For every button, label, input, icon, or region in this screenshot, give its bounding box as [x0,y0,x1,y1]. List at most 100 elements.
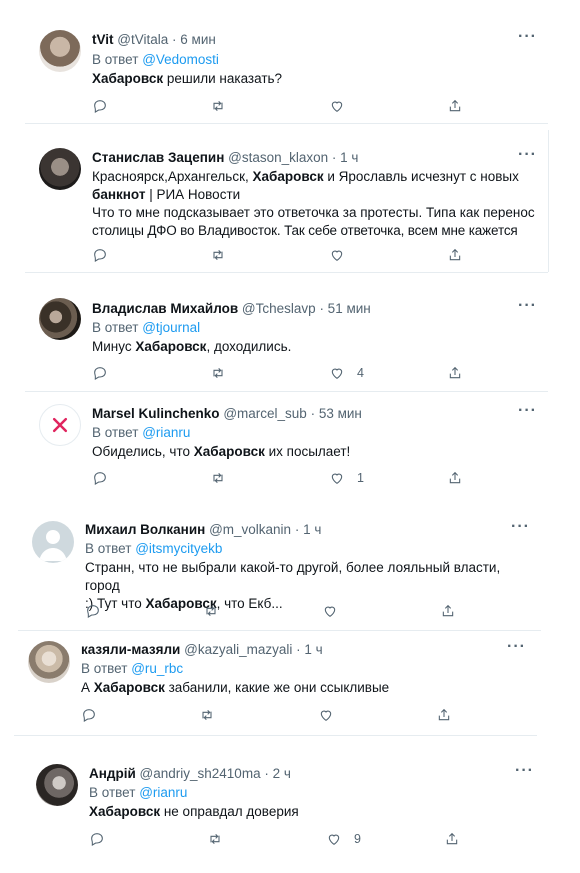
reply-button[interactable] [92,363,108,383]
author-name[interactable]: Станислав Зацепин [92,150,224,165]
tweet-card[interactable]: Владислав Михайлов @Tcheslavp · 51 мин ·… [25,285,548,389]
tweet-time[interactable]: · 2 ч [264,766,291,781]
text-segment: Обиделись, что [92,444,194,459]
author-name[interactable]: Marsel Kulinchenko [92,406,220,421]
more-icon[interactable]: ··· [518,146,537,164]
highlight-keyword: Хабаровск [252,169,324,184]
avatar[interactable] [36,764,78,806]
text-line: Что то мне подсказывает это ответочка за… [92,205,535,220]
share-button[interactable] [444,829,460,849]
like-button[interactable] [318,705,346,725]
tweet-time[interactable]: · 51 мин [319,301,370,316]
share-button[interactable] [447,96,463,116]
tweet-card[interactable]: tVit @tVitala · 6 мин ··· В ответ @Vedom… [25,12,548,120]
retweet-button[interactable] [210,363,226,383]
author-name[interactable]: Владислав Михайлов [92,301,238,316]
more-icon[interactable]: ··· [507,638,526,656]
share-button[interactable] [440,601,456,621]
author-handle[interactable]: @marcel_sub [223,406,307,421]
tweet-time[interactable]: · 6 мин [172,32,216,47]
more-icon[interactable]: ··· [515,762,534,780]
tweet-card[interactable]: Михаил Волканин @m_volkanin · 1 ч ··· В … [18,508,541,626]
retweet-button[interactable] [210,245,226,265]
highlight-keyword: банкнот [92,187,146,202]
like-button[interactable] [329,96,357,116]
share-button[interactable] [436,705,452,725]
more-icon[interactable]: ··· [511,518,530,536]
author-handle[interactable]: @kazyali_mazyali [184,642,292,657]
retweet-icon [210,833,220,845]
reply-to-link[interactable]: @Vedomosti [142,52,219,67]
tweet-time[interactable]: · 53 мин [311,406,362,421]
share-button[interactable] [447,245,463,265]
share-button[interactable] [447,363,463,383]
share-icon [449,366,461,379]
more-icon[interactable]: ··· [518,28,537,46]
avatar[interactable] [39,148,81,190]
share-icon [449,248,461,261]
tweet-card[interactable]: Marsel Kulinchenko @marcel_sub · 53 мин … [25,392,548,498]
avatar[interactable] [28,641,70,683]
like-button[interactable]: 4 [329,363,364,383]
like-button[interactable]: 9 [326,829,361,849]
reply-button[interactable] [81,705,97,725]
reply-button[interactable] [92,96,108,116]
retweet-button[interactable] [203,601,219,621]
avatar[interactable] [39,404,81,446]
tweet-actions [92,245,472,265]
share-button[interactable] [447,468,463,488]
author-name[interactable]: Михаил Волканин [85,522,205,537]
reply-to-link[interactable]: @rianru [142,425,190,440]
more-icon[interactable]: ··· [518,297,537,315]
reply-to-link[interactable]: @tjournal [142,320,200,335]
text-segment: их посылает! [264,444,351,459]
divider [18,630,541,631]
reply-button[interactable] [89,829,105,849]
author-handle[interactable]: @andriy_sh2410ma [140,766,261,781]
like-icon [320,710,332,721]
retweet-button[interactable] [207,829,223,849]
tweet-time[interactable]: · 1 ч [296,642,323,657]
retweet-button[interactable] [210,96,226,116]
author-handle[interactable]: @tVitala [117,32,168,47]
retweet-button[interactable] [210,468,226,488]
author-name[interactable]: Андрій [89,766,136,781]
author-name[interactable]: tVit [92,32,114,47]
tweet-actions [92,96,472,116]
reply-to-link[interactable]: @rianru [139,785,187,800]
tweet-actions [81,705,461,725]
like-button[interactable] [322,601,350,621]
retweet-button[interactable] [199,705,215,725]
tweet-time[interactable]: · 1 ч [295,522,322,537]
reply-button[interactable] [85,601,101,621]
author-handle[interactable]: @m_volkanin [209,522,291,537]
text-segment: | РИА Новости [145,187,241,202]
more-icon[interactable]: ··· [518,402,537,420]
author-handle[interactable]: @Tcheslavp [242,301,316,316]
reply-icon [94,367,106,380]
author-name[interactable]: казяли-мазяли [81,642,180,657]
avatar[interactable] [39,298,81,340]
text-line: банкнот | РИА Новости [92,186,542,204]
like-button[interactable] [329,245,357,265]
author-handle[interactable]: @stason_klaxon [228,150,328,165]
reply-icon [94,472,106,485]
divider [25,272,548,273]
reply-to-link[interactable]: @itsmycityekb [135,541,222,556]
retweet-icon [213,249,223,261]
avatar[interactable] [32,521,74,563]
reply-button[interactable] [92,245,108,265]
tweet-time[interactable]: · 1 ч [332,150,359,165]
reply-to-link[interactable]: @ru_rbc [131,661,183,676]
reply-label: В ответ [81,661,128,676]
tweet-card[interactable]: Станислав Зацепин @stason_klaxon · 1 ч ·… [25,130,548,272]
like-count: 4 [357,366,364,380]
divider [14,735,537,736]
highlight-keyword: Хабаровск [89,804,161,819]
tweet-card[interactable]: казяли-мазяли @kazyali_mazyali · 1 ч ···… [14,632,537,732]
avatar[interactable] [39,30,81,72]
like-button[interactable]: 1 [329,468,364,488]
tweet-card[interactable]: Андрій @andriy_sh2410ma · 2 ч ··· В отве… [22,752,545,856]
reply-button[interactable] [92,468,108,488]
reply-icon [94,249,106,262]
